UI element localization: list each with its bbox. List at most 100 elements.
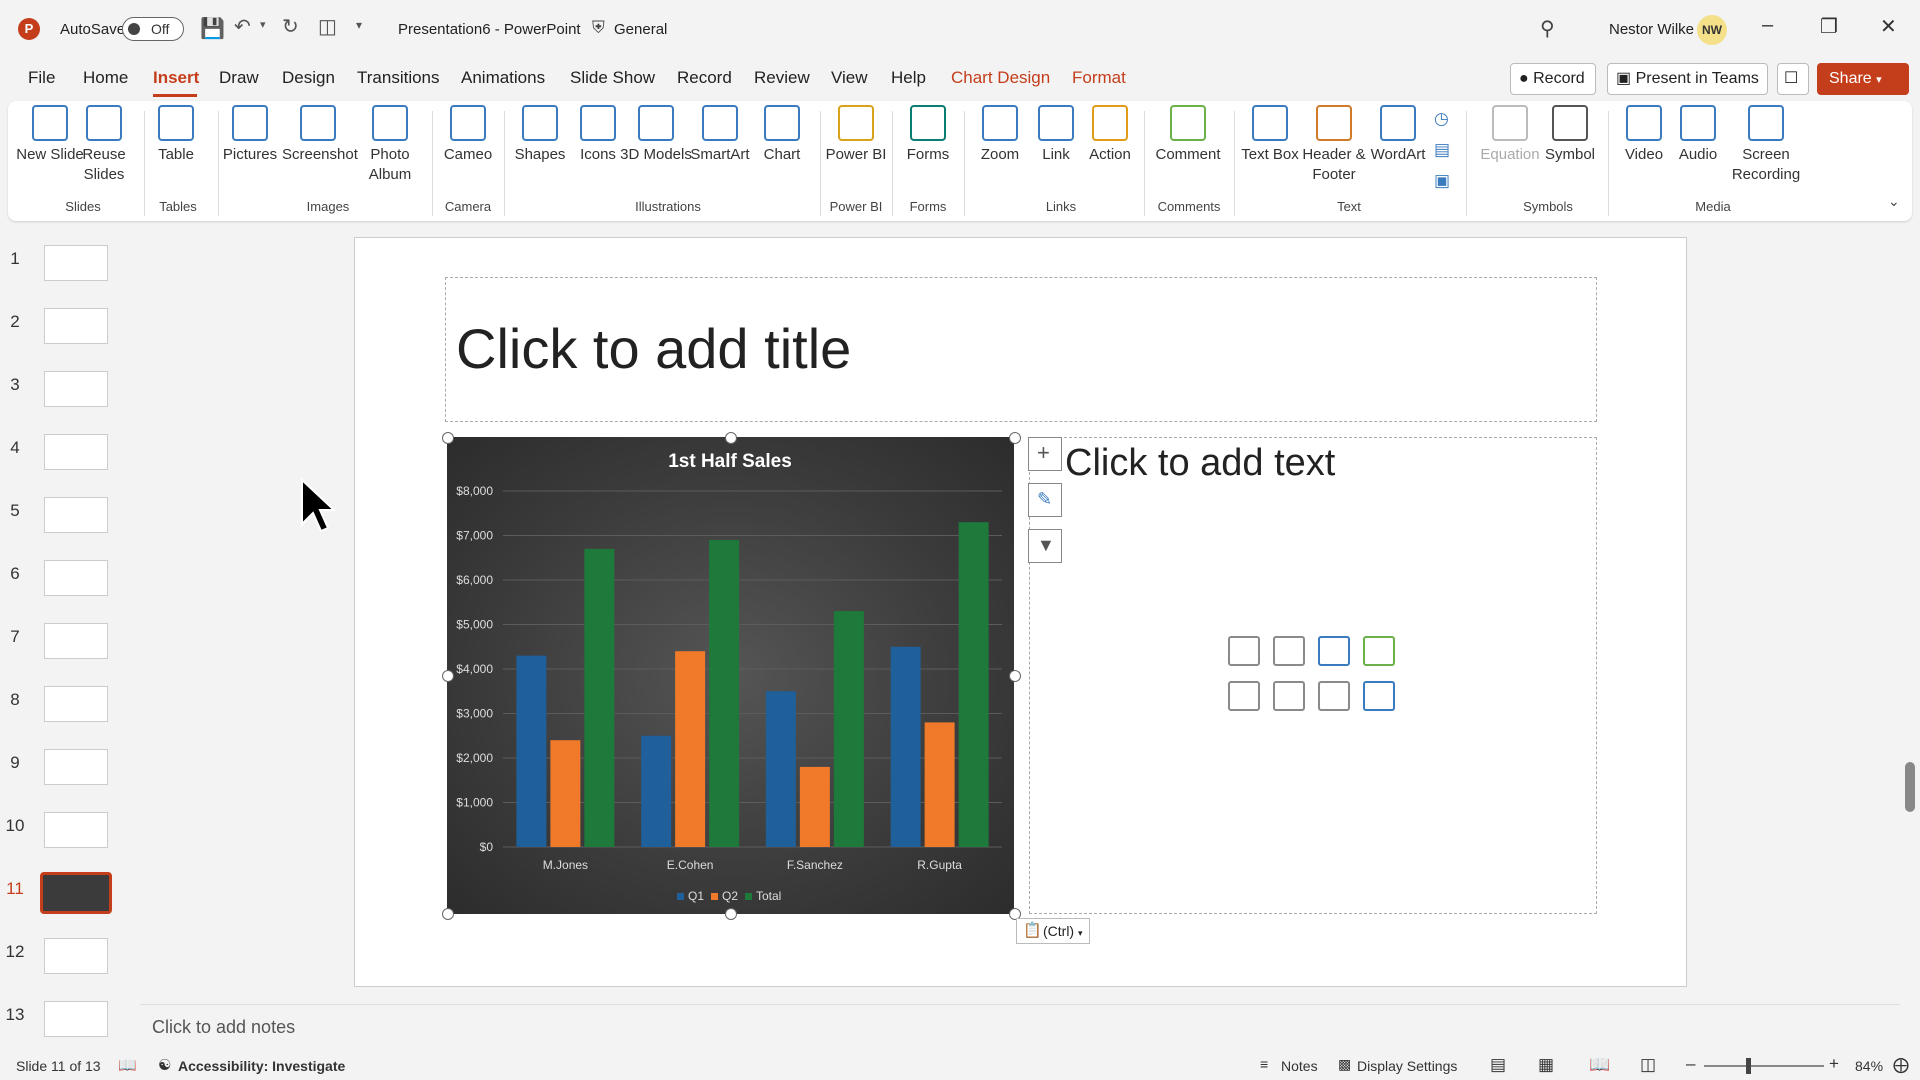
cameo-button[interactable]: Cameo	[432, 105, 504, 165]
tab-design[interactable]: Design	[282, 68, 335, 88]
tab-file[interactable]: File	[28, 68, 55, 88]
close-icon[interactable]: ✕	[1880, 14, 1897, 39]
resize-handle[interactable]	[1009, 432, 1021, 444]
comment-button[interactable]: Comment	[1152, 105, 1224, 165]
slide-sorter-icon[interactable]: ▦	[1538, 1055, 1554, 1075]
online-video-icon[interactable]	[1228, 681, 1260, 711]
3d-models-button[interactable]: 3D Models	[620, 105, 692, 165]
search-icon[interactable]: ⚲	[1540, 16, 1555, 41]
chart-elements-button[interactable]: +	[1028, 437, 1062, 471]
slide-thumbnail[interactable]	[44, 686, 108, 722]
accessibility-status[interactable]: Accessibility: Investigate	[178, 1058, 345, 1074]
undo-dropdown-icon[interactable]: ▾	[260, 18, 266, 31]
customize-qat-icon[interactable]: ▾	[356, 18, 362, 32]
stock-images-icon[interactable]	[1228, 636, 1260, 666]
slide-thumbnail[interactable]	[44, 623, 108, 659]
action-button[interactable]: Action	[1074, 105, 1146, 165]
symbol-button[interactable]: Symbol	[1534, 105, 1606, 165]
power-bi-button[interactable]: Power BI	[820, 105, 892, 165]
tab-home[interactable]: Home	[83, 68, 128, 88]
pictures-button[interactable]: Pictures	[214, 105, 286, 165]
smartart-icon[interactable]	[1363, 636, 1395, 666]
tab-format[interactable]: Format	[1072, 68, 1126, 88]
tab-slide-show[interactable]: Slide Show	[570, 68, 655, 88]
slide-thumbnail[interactable]	[44, 812, 108, 848]
table-icon[interactable]	[1318, 681, 1350, 711]
slide-thumbnail[interactable]	[44, 938, 108, 974]
slide-thumbnail[interactable]	[44, 371, 108, 407]
vertical-scrollbar[interactable]	[1905, 762, 1915, 812]
minimize-icon[interactable]: –	[1762, 14, 1773, 37]
tab-draw[interactable]: Draw	[219, 68, 259, 88]
chart-button[interactable]: Chart	[746, 105, 818, 165]
display-settings-button[interactable]: Display Settings	[1357, 1058, 1457, 1074]
audio-button[interactable]: Audio	[1662, 105, 1734, 165]
comments-button[interactable]: ☐	[1777, 63, 1809, 95]
tab-help[interactable]: Help	[891, 68, 926, 88]
pictures-icon[interactable]	[1273, 636, 1305, 666]
present-in-teams-button[interactable]: ▣ Present in Teams	[1607, 63, 1768, 95]
notes-pane[interactable]: Click to add notes	[140, 1004, 1900, 1047]
chart-icon[interactable]	[1363, 681, 1395, 711]
undo-icon[interactable]: ↶	[234, 14, 251, 39]
book-icon[interactable]: 📖	[118, 1056, 137, 1074]
wordart-button[interactable]: WordArt	[1362, 105, 1434, 165]
slide-thumbnail[interactable]	[44, 245, 108, 281]
zoom-level[interactable]: 84%	[1855, 1058, 1883, 1074]
redo-icon[interactable]: ↻	[282, 14, 299, 39]
resize-handle[interactable]	[725, 908, 737, 920]
share-button[interactable]: Share ▾	[1817, 63, 1909, 95]
tab-chart-design[interactable]: Chart Design	[951, 68, 1050, 88]
reuse-slides-button[interactable]: Reuse Slides	[68, 105, 140, 185]
slide-thumbnail[interactable]	[40, 872, 112, 914]
tab-view[interactable]: View	[831, 68, 868, 88]
tab-review[interactable]: Review	[754, 68, 810, 88]
slideshow-icon[interactable]: ◫	[1640, 1055, 1656, 1075]
content-placeholder[interactable]: Click to add text	[1029, 437, 1597, 914]
slide-thumbnail[interactable]	[44, 434, 108, 470]
resize-handle[interactable]	[442, 432, 454, 444]
slide-number-icon[interactable]: ▤	[1434, 140, 1450, 160]
slide-thumbnail[interactable]	[44, 497, 108, 533]
user-name[interactable]: Nestor Wilke	[1609, 21, 1694, 38]
slide-thumbnail[interactable]	[44, 749, 108, 785]
screen-recording-button[interactable]: Screen Recording	[1726, 105, 1806, 185]
collapse-ribbon-icon[interactable]: ⌄	[1888, 193, 1900, 210]
tab-animations[interactable]: Animations	[461, 68, 545, 88]
tab-insert[interactable]: Insert	[153, 68, 199, 88]
forms-button[interactable]: Forms	[892, 105, 964, 165]
resize-handle[interactable]	[442, 670, 454, 682]
slide-thumbnail[interactable]	[44, 1001, 108, 1037]
icons-icon[interactable]	[1318, 636, 1350, 666]
save-icon[interactable]: 💾	[200, 16, 225, 41]
slide-thumbnail[interactable]	[44, 308, 108, 344]
restore-icon[interactable]: ❐	[1820, 14, 1838, 39]
record-button[interactable]: ● Record	[1510, 63, 1596, 95]
zoom-in-icon[interactable]: +	[1829, 1054, 1839, 1074]
zoom-out-icon[interactable]: –	[1686, 1054, 1695, 1074]
title-placeholder[interactable]: Click to add title	[445, 277, 1597, 422]
screenshot-button[interactable]: Screenshot	[282, 105, 358, 165]
resize-handle[interactable]	[725, 432, 737, 444]
tab-transitions[interactable]: Transitions	[357, 68, 440, 88]
reading-view-icon[interactable]: 📖	[1589, 1055, 1610, 1075]
chart-styles-button[interactable]: ✎	[1028, 483, 1062, 517]
fit-to-window-icon[interactable]: ⨁	[1893, 1055, 1909, 1075]
sensitivity-label[interactable]: General	[614, 21, 667, 38]
paste-options-button[interactable]: 📋 (Ctrl) ▾	[1016, 918, 1090, 944]
date-time-icon[interactable]: ◷	[1434, 109, 1449, 129]
present-icon[interactable]: ◫	[318, 14, 337, 39]
zoom-slider-thumb[interactable]	[1746, 1058, 1751, 1074]
resize-handle[interactable]	[1009, 670, 1021, 682]
resize-handle[interactable]	[442, 908, 454, 920]
video-icon[interactable]	[1273, 681, 1305, 711]
slide-thumbnail[interactable]	[44, 560, 108, 596]
chart-object[interactable]: 1st Half Sales $0 $1,000 $2,000 $3,000 $4,000…	[447, 437, 1014, 914]
autosave-toggle[interactable]: Off	[122, 17, 184, 41]
photo-album-button[interactable]: Photo Album	[354, 105, 426, 185]
normal-view-icon[interactable]: ▤	[1490, 1055, 1506, 1075]
chart-filters-button[interactable]: ▼	[1028, 529, 1062, 563]
table-button[interactable]: Table	[140, 105, 212, 165]
tab-record[interactable]: Record	[677, 68, 732, 88]
avatar[interactable]: NW	[1697, 15, 1727, 45]
